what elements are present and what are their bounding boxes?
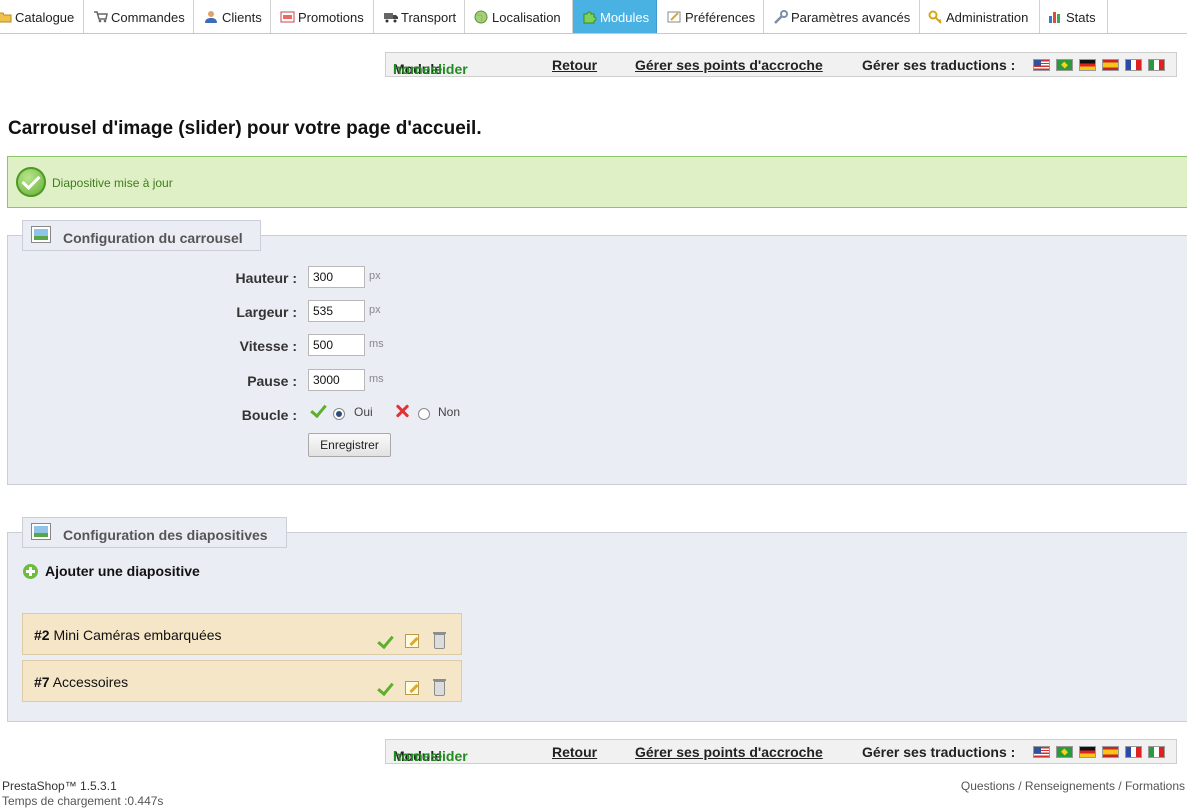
- height-label: Hauteur :: [235, 270, 297, 286]
- add-icon: [23, 564, 38, 579]
- page-title: Carrousel d'image (slider) pour votre pa…: [8, 118, 482, 139]
- speed-input[interactable]: [308, 334, 365, 356]
- width-unit: px: [369, 304, 381, 316]
- slide-item[interactable]: #7 Accessoires: [22, 660, 462, 702]
- flag-br-icon[interactable]: [1056, 746, 1073, 758]
- tab-catalogue[interactable]: Catalogue: [0, 0, 84, 33]
- main-tab-bar: Catalogue Commandes Clients Promotions T…: [0, 0, 1187, 34]
- manage-hooks-link[interactable]: Gérer ses points d'accroche: [635, 744, 823, 760]
- flag-es-icon[interactable]: [1102, 59, 1119, 71]
- flag-fr-icon[interactable]: [1125, 59, 1142, 71]
- speed-unit: ms: [369, 338, 384, 350]
- delete-icon[interactable]: [433, 679, 446, 696]
- flag-es-icon[interactable]: [1102, 746, 1119, 758]
- tab-parametres-avances[interactable]: Paramètres avancés: [764, 0, 920, 33]
- user-icon: [204, 10, 219, 24]
- flag-it-icon[interactable]: [1148, 746, 1165, 758]
- slide-title: #7 Accessoires: [34, 674, 129, 690]
- slides-config-legend-text: Configuration des diapositives: [63, 527, 268, 543]
- slides-config-legend: Configuration des diapositives: [22, 517, 287, 548]
- pause-input[interactable]: [308, 369, 365, 391]
- loop-no-label: Non: [438, 405, 461, 419]
- folder-icon: [0, 10, 12, 24]
- speed-label: Vitesse :: [239, 338, 297, 354]
- active-check-icon[interactable]: [377, 678, 394, 697]
- loop-no-radio[interactable]: [418, 408, 430, 420]
- loop-label: Boucle :: [241, 407, 297, 423]
- footer-load-time: Temps de chargement :0.447s: [2, 794, 164, 808]
- height-input[interactable]: [308, 266, 365, 288]
- add-slide-label: Ajouter une diapositive: [45, 563, 200, 579]
- carousel-config-legend: Configuration du carrousel: [22, 220, 261, 251]
- slide-title: #2 Mini Caméras embarquées: [34, 627, 222, 643]
- height-unit: px: [369, 270, 381, 282]
- manage-hooks-link[interactable]: Gérer ses points d'accroche: [635, 57, 823, 73]
- module-toolbar-bottom: Module homeslider Retour Gérer ses point…: [385, 739, 1177, 764]
- edit-icon[interactable]: [405, 634, 419, 648]
- flag-en-icon[interactable]: [1033, 746, 1050, 758]
- truck-icon: [383, 10, 398, 24]
- width-input[interactable]: [308, 300, 365, 322]
- back-link[interactable]: Retour: [552, 57, 597, 73]
- cart-icon: [93, 10, 108, 24]
- translations-label: Gérer ses traductions :: [862, 744, 1016, 760]
- flag-de-icon[interactable]: [1079, 59, 1096, 71]
- loop-yes-radio[interactable]: [333, 408, 345, 420]
- delete-icon[interactable]: [433, 632, 446, 649]
- width-label: Largeur :: [236, 304, 297, 320]
- module-toolbar-top: Module homeslider Retour Gérer ses point…: [385, 52, 1177, 77]
- module-name: homeslider: [393, 748, 468, 764]
- module-name: homeslider: [393, 61, 468, 77]
- slide-item[interactable]: #2 Mini Caméras embarquées: [22, 613, 462, 655]
- add-slide-link[interactable]: Ajouter une diapositive: [23, 563, 200, 579]
- save-button[interactable]: Enregistrer: [308, 433, 391, 457]
- tab-transport[interactable]: Transport: [374, 0, 465, 33]
- tab-stats[interactable]: Stats: [1040, 0, 1108, 33]
- globe-icon: [474, 10, 489, 24]
- notice-message: Diapositive mise à jour: [52, 176, 173, 190]
- success-check-icon: [16, 167, 46, 197]
- puzzle-icon: [582, 10, 597, 24]
- key-icon: [928, 10, 943, 24]
- tab-administration[interactable]: Administration: [920, 0, 1040, 33]
- pause-label: Pause :: [247, 373, 297, 389]
- no-cross-icon: [394, 403, 410, 419]
- active-check-icon[interactable]: [377, 631, 394, 650]
- flag-it-icon[interactable]: [1148, 59, 1165, 71]
- tab-commandes[interactable]: Commandes: [84, 0, 194, 33]
- success-notice: Diapositive mise à jour: [7, 156, 1187, 208]
- flag-br-icon[interactable]: [1056, 59, 1073, 71]
- tab-localisation[interactable]: Localisation: [465, 0, 573, 33]
- flag-de-icon[interactable]: [1079, 746, 1096, 758]
- edit-icon[interactable]: [405, 681, 419, 695]
- flag-en-icon[interactable]: [1033, 59, 1050, 71]
- pause-unit: ms: [369, 373, 384, 385]
- wrench-icon: [773, 10, 788, 24]
- tab-promotions[interactable]: Promotions: [271, 0, 374, 33]
- picture-icon: [31, 523, 51, 540]
- tab-clients[interactable]: Clients: [194, 0, 271, 33]
- carousel-config-legend-text: Configuration du carrousel: [63, 230, 243, 246]
- tab-modules[interactable]: Modules: [573, 0, 657, 33]
- footer-links[interactable]: Questions / Renseignements / Formations: [961, 779, 1185, 793]
- preferences-icon: [667, 10, 682, 24]
- flag-fr-icon[interactable]: [1125, 746, 1142, 758]
- footer-version: PrestaShop™ 1.5.3.1: [2, 779, 117, 793]
- back-link[interactable]: Retour: [552, 744, 597, 760]
- translations-label: Gérer ses traductions :: [862, 57, 1016, 73]
- loop-yes-label: Oui: [354, 405, 373, 419]
- stats-icon: [1048, 10, 1063, 24]
- picture-icon: [31, 226, 51, 243]
- tab-preferences[interactable]: Préférences: [657, 0, 764, 33]
- promotion-icon: [280, 10, 295, 24]
